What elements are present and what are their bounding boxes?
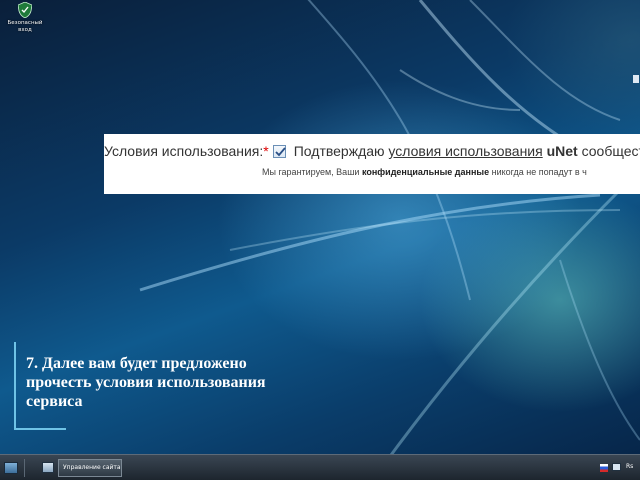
desktop-background: Безопасный вход Условия использования: *… [0,0,640,480]
terms-row: Условия использования: * Подтверждаю усл… [104,143,640,159]
brand-name: uNet [547,143,578,159]
brand-u: u [546,143,556,159]
network-icon[interactable] [612,463,621,471]
language-flag-icon[interactable] [600,464,608,472]
taskbar-separator [24,459,25,477]
privacy-note-bold: конфиденциальные данные [361,167,490,177]
privacy-note-suffix: никогда не попадут в ч [491,167,587,177]
caption-accent-underline [14,428,66,430]
terms-field-label: Условия использования: [104,143,264,159]
file-icon [633,75,639,83]
desktop-icon-secure-login[interactable]: Безопасный вход [2,2,48,34]
desktop-icon-label-line1: Безопасный [7,20,43,26]
instruction-caption: 7. Далее вам будет предложено прочесть у… [14,342,314,430]
checkmark-icon [275,146,286,156]
terms-checkbox[interactable] [272,144,286,158]
privacy-note-prefix: Мы гарантируем, Ваши [262,167,360,177]
desktop-icon-label-line2: вход [18,27,32,33]
privacy-note: Мы гарантируем, Ваши конфиденциальные да… [262,167,587,177]
confirm-suffix: сообщества [581,143,640,159]
required-mark: * [263,143,269,159]
taskbar: Управление сайтами Rs [0,454,640,480]
taskbar-item-site-management[interactable]: Управление сайтами [58,459,122,477]
shield-icon [18,2,32,18]
start-button[interactable] [4,462,18,474]
confirm-prefix: Подтверждаю [293,143,385,159]
caption-accent-bar [14,342,16,430]
brand-rest: Net [555,143,578,159]
quick-launch-icon[interactable] [42,462,54,473]
terms-link[interactable]: условия использования [388,143,542,159]
desktop-icon-right-partial[interactable] [630,75,640,85]
caption-text: 7. Далее вам будет предложено прочесть у… [26,355,266,410]
terms-screenshot-snippet: Условия использования: * Подтверждаю усл… [104,134,640,194]
tray-clock: Rs [626,463,634,470]
system-tray: Rs [590,457,640,479]
